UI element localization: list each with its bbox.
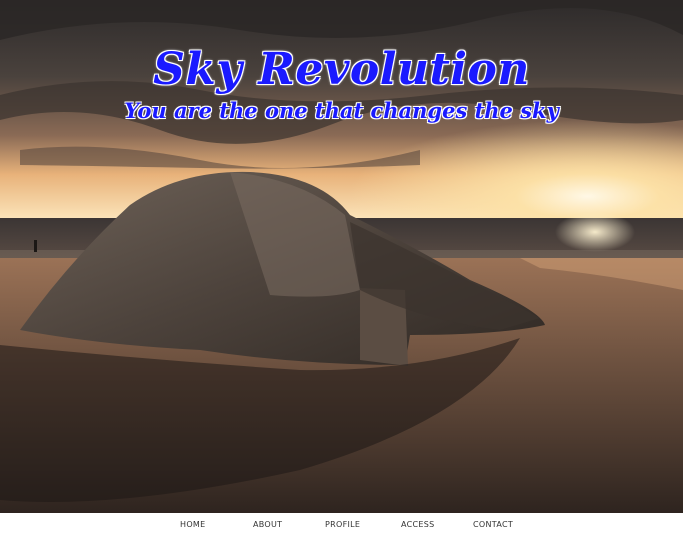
- nav-profile-link[interactable]: PROFILE: [325, 520, 360, 529]
- nav-home-link[interactable]: HOME: [180, 520, 205, 529]
- site-title: Sky Revolution: [153, 44, 530, 95]
- nav-about-link[interactable]: ABOUT: [253, 520, 282, 529]
- site-tagline: You are the one that changes the sky: [124, 98, 559, 123]
- main-nav: HOME ABOUT PROFILE ACCESS CONTACT: [0, 513, 683, 538]
- page: Sky Revolution You are the one that chan…: [0, 0, 683, 538]
- nav-access-link[interactable]: ACCESS: [401, 520, 435, 529]
- nav-contact-link[interactable]: CONTACT: [473, 520, 513, 529]
